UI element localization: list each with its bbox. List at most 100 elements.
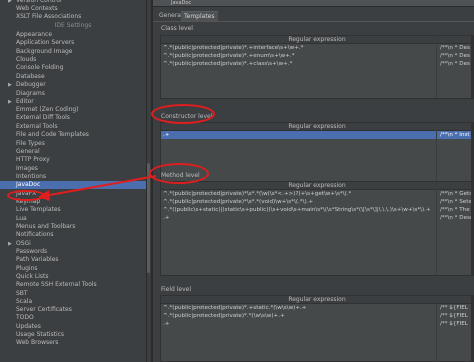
table-row[interactable]: ^.*(public|protected|private)*\s*.*(\w(\… xyxy=(161,190,473,198)
method-table-header[interactable]: Regular expression xyxy=(161,182,473,190)
sidebar-item-web-contexts[interactable]: Web Contexts xyxy=(16,5,58,13)
sidebar-item-path-variables[interactable]: Path Variables xyxy=(16,256,59,264)
expand-arrow-icon[interactable]: ▶ xyxy=(8,240,12,248)
table-row[interactable]: ^.*(public|protected|private)*.+interfac… xyxy=(161,44,473,52)
table-row[interactable]: .+ /** ${FIEL xyxy=(161,320,473,328)
sidebar-item-label: File Types xyxy=(16,140,45,147)
table-row[interactable]: ^.*(public|protected|private)*.+enum\s+\… xyxy=(161,52,473,60)
sidebar-item-general[interactable]: General xyxy=(16,148,40,156)
sidebar-item-osgi[interactable]: OSGi xyxy=(16,240,31,248)
table-row[interactable]: ^.*(public|protected|private)*.+class\s+… xyxy=(161,60,473,68)
regex-cell[interactable]: ^.*(public|protected|private)*.+interfac… xyxy=(163,44,303,52)
regex-column-header: Regular expression xyxy=(288,296,346,303)
sidebar-item-plugins[interactable]: Plugins xyxy=(16,265,38,273)
sidebar-item-label: SBT xyxy=(16,290,28,297)
sidebar-item-label: General xyxy=(16,148,40,155)
table-row[interactable]: ^.*((public\s+static)|(static\s+public))… xyxy=(161,206,473,214)
template-cell[interactable]: /**\n * Gets xyxy=(440,190,472,198)
regex-cell[interactable]: ^.*(public|protected|private)*.+static.*… xyxy=(163,304,306,312)
sidebar-item-scala[interactable]: Scala xyxy=(16,298,32,306)
sidebar-item-label: Notifications xyxy=(16,231,54,238)
table-row[interactable]: .+ /**\n * Inst xyxy=(161,131,473,139)
regex-column-header: Regular expression xyxy=(288,182,346,189)
template-cell[interactable]: /**\n * Des xyxy=(440,44,470,52)
sidebar-item-passwords[interactable]: Passwords xyxy=(16,248,47,256)
sidebar-item-label: Plugins xyxy=(16,265,38,272)
sidebar-item-clouds[interactable]: Clouds xyxy=(16,56,36,64)
sidebar-item-label: Appearance xyxy=(16,31,53,38)
template-cell[interactable]: /**\n * Inst xyxy=(440,131,470,139)
template-cell[interactable]: /**\n * Des xyxy=(440,60,470,68)
sidebar-item-application-servers[interactable]: Application Servers xyxy=(16,39,74,47)
expand-arrow-icon[interactable]: ▶ xyxy=(8,0,12,5)
regex-cell[interactable]: ^.*(public|protected|private)*\s*.*(\w(\… xyxy=(163,190,351,198)
sidebar-item-label: Diagrams xyxy=(16,90,45,97)
sidebar-item-quick-lists[interactable]: Quick Lists xyxy=(16,273,49,281)
sidebar-item-http-proxy[interactable]: HTTP Proxy xyxy=(16,156,50,164)
sidebar-item-diagrams[interactable]: Diagrams xyxy=(16,90,45,98)
class-level-table[interactable]: Regular expression ^.*(public|protected|… xyxy=(160,35,474,99)
sidebar-item-remote-ssh-external-tools[interactable]: Remote SSH External Tools xyxy=(16,281,97,289)
template-cell[interactable]: /** ${FIEL xyxy=(440,312,468,320)
field-level-table[interactable]: Regular expression ^.*(public|protected|… xyxy=(160,295,474,362)
sidebar-item-label: Passwords xyxy=(16,248,48,255)
sidebar-item-background-image[interactable]: Background Image xyxy=(16,48,73,56)
sidebar-item-server-certificates[interactable]: Server Certificates xyxy=(16,306,72,314)
sidebar-item-label: Updates xyxy=(16,323,41,330)
sidebar-item-usage-statistics[interactable]: Usage Statistics xyxy=(16,331,64,339)
sidebar-item-console-folding[interactable]: Console Folding xyxy=(16,64,63,72)
regex-cell[interactable]: ^.*((public\s+static)|(static\s+public))… xyxy=(163,206,431,214)
method-level-table[interactable]: Regular expression ^.*(public|protected|… xyxy=(160,181,474,276)
field-table-header[interactable]: Regular expression xyxy=(161,296,473,304)
template-cell[interactable]: /** ${FIEL xyxy=(440,304,468,312)
sidebar-item-file-and-code-templates[interactable]: File and Code Templates xyxy=(16,131,89,139)
sidebar-item-web-browsers[interactable]: Web Browsers xyxy=(16,339,58,347)
template-cell[interactable]: /**\n * Des xyxy=(440,52,470,60)
regex-cell[interactable]: .+ xyxy=(163,214,169,222)
table-row[interactable]: ^.*(public|protected|private)*.+static.*… xyxy=(161,304,473,312)
regex-cell[interactable]: .+ xyxy=(163,131,169,139)
regex-cell[interactable]: ^.*(public|protected|private)*.+class\s+… xyxy=(163,60,292,68)
sidebar-item-label: TODO xyxy=(16,314,34,321)
sidebar-item-xslt-file-associations[interactable]: XSLT File Associations xyxy=(16,13,81,21)
sidebar-item-external-tools[interactable]: External Tools xyxy=(16,123,58,131)
regex-cell[interactable]: ^.*(public|protected|private)*.*(\w\s\w)… xyxy=(163,312,285,320)
sidebar-item-label: Background Image xyxy=(16,48,73,55)
sidebar-item-database[interactable]: Database xyxy=(16,73,45,81)
sidebar-item-lua[interactable]: Lua xyxy=(16,215,27,223)
sidebar-item-emmet-zen-coding[interactable]: Emmet (Zen Coding) xyxy=(16,106,79,114)
sidebar-item-menus-and-toolbars[interactable]: Menus and Toolbars xyxy=(16,223,75,231)
sidebar-item-label: Debugger xyxy=(16,81,46,88)
template-cell[interactable]: /**\n * Sets xyxy=(440,198,471,206)
sidebar-item-updates[interactable]: Updates xyxy=(16,323,41,331)
sidebar-item-label: Remote SSH External Tools xyxy=(16,281,97,288)
regex-cell[interactable]: ^.*(public|protected|private)*\s*.*(void… xyxy=(163,198,313,206)
sidebar-item-notifications[interactable]: Notifications xyxy=(16,231,54,239)
sidebar-item-file-types[interactable]: File Types xyxy=(16,140,45,148)
sidebar-item-external-diff-tools[interactable]: External Diff Tools xyxy=(16,114,70,122)
javadoc-settings-panel: JavaDoc General Templates Class level Re… xyxy=(153,0,474,362)
template-cell[interactable]: /**\n * The xyxy=(440,206,470,214)
template-cell[interactable]: /** ${FIEL xyxy=(440,320,468,328)
sidebar-item-debugger[interactable]: Debugger xyxy=(16,81,46,89)
class-table-header[interactable]: Regular expression xyxy=(161,36,473,44)
sidebar-item-editor[interactable]: Editor xyxy=(16,98,34,106)
template-cell[interactable]: /**\n * Desc xyxy=(440,214,473,222)
sidebar-item-label: Clouds xyxy=(16,56,37,63)
sidebar-item-appearance[interactable]: Appearance xyxy=(16,31,52,39)
expand-arrow-icon[interactable]: ▶ xyxy=(8,98,12,106)
class-level-label: Class level xyxy=(161,25,193,32)
panel-title: JavaDoc xyxy=(171,0,192,6)
table-row[interactable]: ^.*(public|protected|private)*.*(\w\s\w)… xyxy=(161,312,473,320)
table-row[interactable]: .+ /**\n * Desc xyxy=(161,214,473,222)
table-row[interactable]: ^.*(public|protected|private)*\s*.*(void… xyxy=(161,198,473,206)
constructor-table-header[interactable]: Regular expression xyxy=(161,123,473,131)
sidebar-item-sbt[interactable]: SBT xyxy=(16,290,28,298)
tab-templates[interactable]: Templates xyxy=(181,11,218,21)
regex-cell[interactable]: .+ xyxy=(163,320,169,328)
sidebar-item-label: Scala xyxy=(16,298,33,305)
expand-arrow-icon[interactable]: ▶ xyxy=(8,81,12,89)
sidebar-item-todo[interactable]: TODO xyxy=(16,314,34,322)
regex-cell[interactable]: ^.*(public|protected|private)*.+enum\s+\… xyxy=(163,52,295,60)
sidebar-item-label: Quick Lists xyxy=(16,273,49,280)
